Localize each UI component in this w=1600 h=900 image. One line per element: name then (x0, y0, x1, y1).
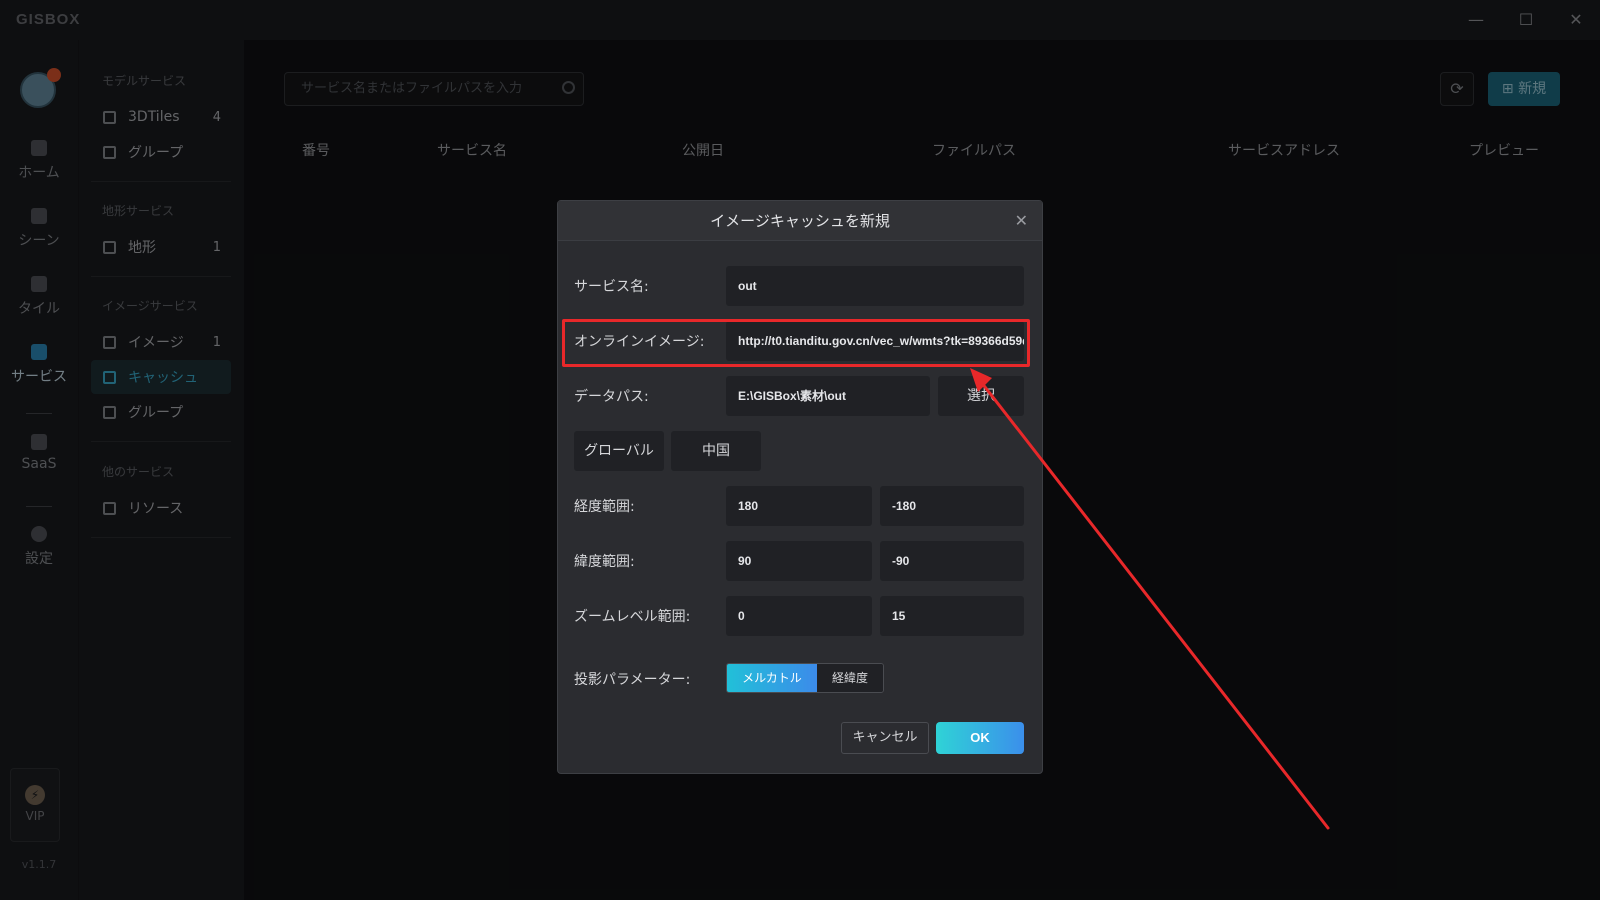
highlight-box (562, 319, 1030, 367)
ok-button[interactable]: OK (936, 722, 1024, 754)
zoom-max-input[interactable]: 15 (880, 596, 1024, 636)
longitude-range-label: 経度範囲: (574, 499, 635, 515)
data-path-input[interactable]: E:\GISBox\素材\out (726, 376, 930, 416)
new-image-cache-dialog: イメージキャッシュを新規 ✕ サービス名: out オンラインイメージ: htt… (557, 200, 1043, 774)
longitude-min-input[interactable]: 180 (726, 486, 872, 526)
projection-toggle: メルカトル 経緯度 (726, 663, 884, 693)
cancel-button[interactable]: キャンセル (841, 722, 929, 754)
china-button[interactable]: 中国 (671, 431, 761, 471)
data-path-label: データパス: (574, 389, 649, 405)
longitude-max-input[interactable]: -180 (880, 486, 1024, 526)
latitude-min-input[interactable]: 90 (726, 541, 872, 581)
dialog-title: イメージキャッシュを新規 (558, 201, 1042, 241)
projection-latlon-option[interactable]: 経緯度 (817, 664, 883, 692)
service-name-label: サービス名: (574, 279, 649, 295)
latitude-range-label: 緯度範囲: (574, 554, 635, 570)
projection-label: 投影パラメーター: (574, 672, 691, 688)
zoom-min-input[interactable]: 0 (726, 596, 872, 636)
select-button[interactable]: 選択 (938, 376, 1024, 416)
service-name-input[interactable]: out (726, 266, 1024, 306)
projection-mercator-option[interactable]: メルカトル (727, 664, 817, 692)
close-icon[interactable]: ✕ (1015, 211, 1028, 230)
global-button[interactable]: グローバル (574, 431, 664, 471)
zoom-range-label: ズームレベル範囲: (574, 609, 691, 625)
latitude-max-input[interactable]: -90 (880, 541, 1024, 581)
